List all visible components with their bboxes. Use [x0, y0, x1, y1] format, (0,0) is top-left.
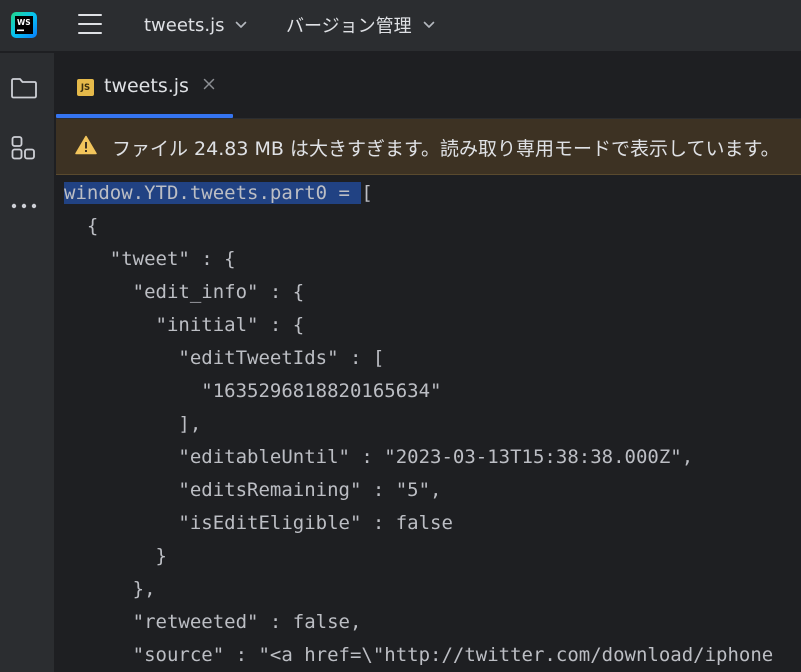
hamburger-bar [78, 31, 102, 34]
code-line: { [64, 215, 99, 237]
project-menu-label: tweets.js [144, 14, 225, 36]
code-line: } [64, 545, 167, 567]
main-menu-button[interactable] [78, 14, 102, 34]
tab-label: tweets.js [104, 75, 189, 97]
tool-window-strip [0, 53, 55, 672]
code-line: }, [64, 578, 156, 600]
vcs-menu[interactable]: バージョン管理 [286, 13, 436, 37]
hamburger-bar [78, 22, 102, 26]
folder-icon [11, 78, 37, 99]
selected-text: window.YTD.tweets.part0 = [64, 182, 362, 204]
more-tools-button[interactable] [9, 191, 39, 221]
code-line: "tweet" : { [64, 248, 236, 270]
title-bar: WS tweets.js バージョン管理 [0, 0, 801, 52]
code-line: "editTweetIds" : [ [64, 347, 385, 369]
code-line-text: [ [361, 182, 373, 204]
code-line: "source" : "<a href=\"http://twitter.com… [64, 644, 774, 666]
banner-message: ファイル 24.83 MB は大きすぎます。読み取り専用モードで表示しています。 [112, 138, 780, 160]
code-editor[interactable]: window.YTD.tweets.part0 = [ { "tweet" : … [56, 176, 801, 672]
tab-tweets-js[interactable]: JS tweets.js [56, 53, 233, 119]
code-line: "retweeted" : false, [64, 611, 362, 633]
structure-tool-button[interactable] [9, 133, 39, 163]
svg-text:WS: WS [17, 18, 31, 27]
code-line: "editableUntil" : "2023-03-13T15:38:38.0… [64, 446, 694, 468]
close-icon[interactable] [202, 77, 216, 91]
more-horizontal-icon [11, 203, 37, 209]
code-line: ], [64, 413, 202, 435]
code-line: window.YTD.tweets.part0 = [ [64, 177, 373, 210]
webstorm-logo-icon[interactable]: WS [11, 12, 37, 38]
project-menu[interactable]: tweets.js [144, 13, 248, 37]
code-line: "edit_info" : { [64, 281, 305, 303]
warning-icon [75, 135, 97, 155]
editor-tab-bar: JS tweets.js [56, 53, 801, 119]
structure-icon [11, 136, 35, 160]
code-line: "initial" : { [64, 314, 305, 336]
hamburger-bar [78, 14, 102, 17]
active-tab-indicator [56, 114, 233, 118]
project-tool-button[interactable] [9, 73, 39, 103]
javascript-file-icon: JS [77, 79, 94, 96]
vcs-menu-label: バージョン管理 [286, 16, 412, 37]
chevron-down-icon [236, 21, 247, 28]
code-line: "isEditEligible" : false [64, 512, 453, 534]
code-line: "editsRemaining" : "5", [64, 479, 442, 501]
code-line: "1635296818820165634" [64, 380, 442, 402]
large-file-warning-banner: ファイル 24.83 MB は大きすぎます。読み取り専用モードで表示しています。 [56, 119, 801, 175]
chevron-down-icon [423, 21, 434, 28]
